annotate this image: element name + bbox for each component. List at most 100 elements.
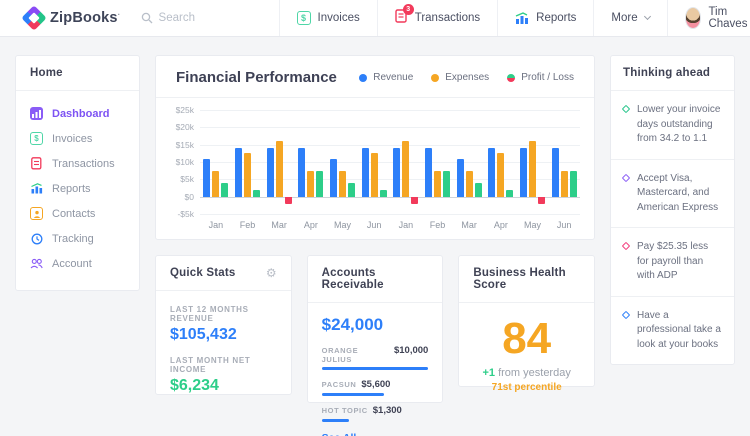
- avatar: [685, 7, 702, 29]
- thinking-ahead-title: Thinking ahead: [623, 67, 710, 79]
- gear-icon[interactable]: ⚙: [266, 267, 277, 279]
- sidebar-item-account[interactable]: Account: [16, 251, 139, 276]
- diamond-icon: [622, 242, 630, 250]
- reports-chart-icon: [515, 12, 529, 25]
- bar-revenue: [520, 148, 527, 197]
- revenue-value: $105,432: [170, 326, 277, 344]
- tracking-clock-icon: [30, 232, 43, 245]
- y-tick-label: $5k: [180, 174, 194, 184]
- bar-revenue: [488, 148, 495, 197]
- tip-accept-cards[interactable]: Accept Visa, Mastercard, and American Ex…: [611, 160, 734, 229]
- sidebar-item-contacts[interactable]: Contacts: [16, 201, 139, 226]
- bar-revenue: [298, 148, 305, 197]
- bar-profit-loss: [570, 171, 577, 197]
- bar-revenue: [457, 159, 464, 197]
- x-tick-label: Apr: [485, 220, 517, 230]
- diamond-icon: [622, 173, 630, 181]
- x-tick-label: Feb: [232, 220, 264, 230]
- sidebar-item-reports[interactable]: Reports: [16, 176, 139, 201]
- see-all-link[interactable]: See All: [322, 432, 429, 436]
- legend-item[interactable]: Profit / Loss: [507, 72, 574, 83]
- x-tick-label: Jun: [548, 220, 580, 230]
- bar-revenue: [425, 148, 432, 197]
- tip-invoice-days[interactable]: Lower your invoice days outstanding from…: [611, 91, 734, 160]
- nav-transactions[interactable]: 3 Transactions: [377, 0, 497, 36]
- reports-icon: [30, 182, 43, 195]
- brand[interactable]: ZipBooks·: [25, 9, 121, 27]
- nav-more[interactable]: More: [593, 0, 666, 36]
- legend-dot-icon: [507, 74, 515, 82]
- bar-expenses: [307, 171, 314, 197]
- x-tick-label: Mar: [453, 220, 485, 230]
- y-tick-label: $10k: [176, 157, 194, 167]
- bar-profit-loss: [411, 197, 418, 204]
- ar-progress-bar: [322, 367, 429, 370]
- sidebar-header: Home: [30, 67, 63, 79]
- sidebar-item-transactions[interactable]: Transactions: [16, 151, 139, 176]
- legend-item[interactable]: Expenses: [431, 72, 489, 83]
- bar-group: Feb: [422, 110, 454, 214]
- bar-revenue: [330, 159, 337, 197]
- tip-professional[interactable]: Have a professional take a look at your …: [611, 297, 734, 365]
- dashboard-icon: [30, 107, 43, 120]
- x-tick-label: May: [517, 220, 549, 230]
- brand-name: ZipBooks·: [50, 10, 121, 26]
- thinking-ahead-card: Thinking ahead Lower your invoice days o…: [610, 55, 735, 365]
- bar-group: May: [327, 110, 359, 214]
- ar-row: ORANGE JULIUS$10,000: [322, 345, 429, 370]
- bar-expenses: [276, 141, 283, 196]
- x-tick-label: Jun: [358, 220, 390, 230]
- bar-group: Feb: [232, 110, 264, 214]
- bar-expenses: [371, 153, 378, 196]
- legend-dot-icon: [359, 74, 367, 82]
- quick-stats-card: Quick Stats ⚙ LAST 12 MONTHS REVENUE $10…: [155, 255, 292, 395]
- chart-title: Financial Performance: [176, 69, 337, 86]
- sidebar-item-dashboard[interactable]: Dashboard: [16, 101, 139, 126]
- health-score-percentile: 71st percentile: [469, 382, 584, 393]
- bar-profit-loss: [380, 190, 387, 197]
- bar-revenue: [362, 148, 369, 197]
- legend-dot-icon: [431, 74, 439, 82]
- bar-group: Jun: [548, 110, 580, 214]
- chart-plot: JanFebMarAprMayJunJanFebMarAprMayJun: [200, 110, 580, 214]
- bar-expenses: [561, 171, 568, 197]
- revenue-label: LAST 12 MONTHS REVENUE: [170, 305, 277, 323]
- bar-profit-loss: [538, 197, 545, 204]
- bar-profit-loss: [253, 190, 260, 197]
- nav-reports[interactable]: Reports: [497, 0, 593, 36]
- account-people-icon: [30, 257, 43, 270]
- chevron-down-icon: [644, 13, 651, 20]
- search-icon: [141, 12, 153, 24]
- nav-invoices[interactable]: $ Invoices: [279, 0, 377, 36]
- bar-revenue: [267, 148, 274, 197]
- bar-expenses: [466, 171, 473, 197]
- bar-revenue: [203, 159, 210, 197]
- bar-profit-loss: [443, 171, 450, 197]
- x-tick-label: Mar: [263, 220, 295, 230]
- y-tick-label: $20k: [176, 122, 194, 132]
- tip-payroll[interactable]: Pay $25.35 less for payroll than with AD…: [611, 228, 734, 297]
- ar-title: Accounts Receivable: [322, 267, 429, 291]
- y-tick-label: -$5k: [177, 209, 194, 219]
- y-tick-label: $15k: [176, 140, 194, 150]
- contacts-icon: [30, 207, 43, 220]
- search: [141, 12, 279, 24]
- top-navbar: ZipBooks· $ Invoices 3 Transactions Repo…: [0, 0, 750, 37]
- bar-revenue: [552, 148, 559, 197]
- legend-item[interactable]: Revenue: [359, 72, 413, 83]
- bar-group: Jan: [200, 110, 232, 214]
- user-menu[interactable]: Tim Chaves: [667, 0, 750, 36]
- main-column: Financial Performance Revenue Expenses Pro…: [155, 55, 595, 403]
- gridline: [200, 214, 580, 215]
- quick-stats-title: Quick Stats: [170, 267, 235, 279]
- search-input[interactable]: [159, 12, 279, 24]
- bar-group: May: [517, 110, 549, 214]
- income-label: LAST MONTH NET INCOME: [170, 356, 277, 374]
- sidebar-item-tracking[interactable]: Tracking: [16, 226, 139, 251]
- bar-profit-loss: [221, 183, 228, 197]
- bar-expenses: [212, 171, 219, 197]
- y-tick-label: $25k: [176, 105, 194, 115]
- bar-group: Mar: [453, 110, 485, 214]
- sidebar-item-invoices[interactable]: $ Invoices: [16, 126, 139, 151]
- bar-group: Apr: [295, 110, 327, 214]
